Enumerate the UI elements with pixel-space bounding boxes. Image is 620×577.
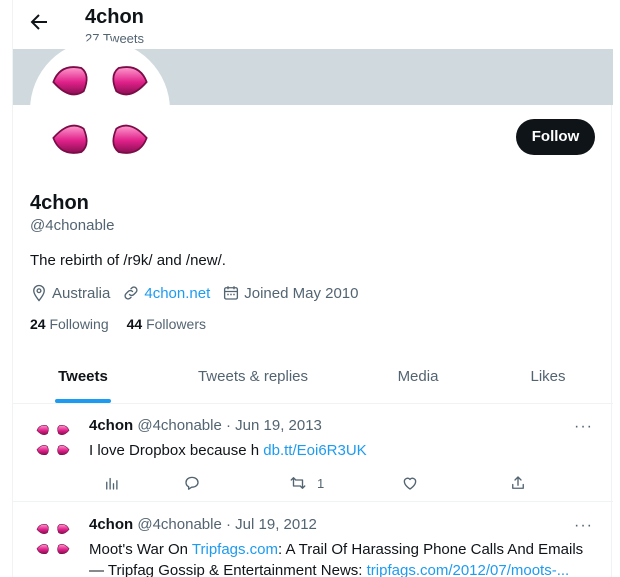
tweet-author-name[interactable]: 4chon	[89, 417, 133, 434]
followers-link[interactable]: 44 Followers	[127, 316, 206, 332]
tab-tweets[interactable]: Tweets	[13, 352, 153, 403]
tweet-author-handle[interactable]: @4chonable	[137, 417, 221, 434]
tab-likes[interactable]: Likes	[483, 352, 613, 403]
retweet-button[interactable]: 1	[289, 474, 324, 492]
reply-icon	[185, 476, 199, 490]
location-pin-icon	[33, 284, 45, 302]
following-count: 24	[30, 316, 46, 332]
tweet[interactable]: 4chon @4chonable · Jul 19, 2012 ··· Moot…	[13, 503, 613, 577]
link-icon	[124, 286, 138, 300]
retweet-icon	[290, 477, 306, 489]
tweet-author-name[interactable]: 4chon	[89, 516, 133, 533]
tweet-avatar[interactable]	[29, 416, 77, 464]
tweet-date[interactable]: · Jul 19, 2012	[226, 516, 317, 533]
tab-media[interactable]: Media	[353, 352, 483, 403]
website[interactable]: 4chon.net	[122, 284, 210, 302]
tweet-text-content: Moot's War On	[89, 541, 192, 558]
reply-button[interactable]	[183, 474, 201, 492]
joined: Joined May 2010	[222, 284, 359, 302]
retweet-count: 1	[317, 475, 325, 491]
profile-page: 4chon 27 Tweets Follow 4chon @4chonable …	[12, 0, 613, 577]
tweet-text: I love Dropbox because h db.tt/Eoi6R3UK	[89, 440, 599, 461]
tweet-author-handle[interactable]: @4chonable	[137, 516, 221, 533]
tweet-text-content: I love Dropbox because h	[89, 442, 264, 459]
tweet-actions: 1	[89, 474, 529, 494]
website-link[interactable]: 4chon.net	[144, 285, 210, 302]
tweet-header: 4chon @4chonable · Jun 19, 2013	[89, 417, 322, 434]
tab-label: Tweets & replies	[197, 368, 309, 385]
profile-avatar[interactable]	[30, 40, 170, 180]
following-label: Following	[49, 316, 109, 332]
tab-label: Tweets	[58, 368, 108, 385]
share-button[interactable]	[509, 474, 527, 492]
back-arrow-icon[interactable]	[27, 10, 55, 38]
followers-label: Followers	[146, 316, 206, 332]
joined-text: Joined May 2010	[244, 284, 359, 302]
profile-bio: The rebirth of /r9k/ and /new/.	[30, 252, 226, 269]
share-icon	[512, 476, 524, 489]
followers-count: 44	[126, 316, 143, 332]
tweet-link[interactable]: Tripfags.com	[192, 541, 278, 558]
like-button[interactable]	[401, 474, 419, 492]
header-name: 4chon	[85, 6, 144, 28]
tab-label: Media	[397, 368, 439, 385]
follow-button[interactable]: Follow	[516, 119, 595, 155]
calendar-icon	[224, 286, 239, 300]
location-text: Australia	[52, 284, 111, 302]
follow-stats: 24 Following 44 Followers	[30, 316, 224, 332]
more-options-icon[interactable]: ···	[574, 517, 593, 535]
tweet-text-content: : A Trail Of Harassing Phone Calls And E…	[278, 541, 584, 558]
profile-handle: @4chonable	[30, 217, 115, 234]
profile-meta: Australia 4chon.net Joined May 2010	[30, 284, 371, 302]
tab-label: Likes	[530, 368, 566, 385]
tweet-header: 4chon @4chonable · Jul 19, 2012	[89, 516, 317, 533]
active-tab-indicator	[55, 399, 111, 403]
tweet-link[interactable]: tripfags.com/2012/07/moots-...	[367, 562, 570, 577]
tweet-link[interactable]: db.tt/Eoi6R3UK	[263, 442, 366, 459]
tweet-avatar[interactable]	[29, 515, 77, 563]
heart-icon	[403, 477, 417, 490]
profile-name: 4chon	[30, 192, 89, 214]
location: Australia	[30, 284, 110, 302]
more-options-icon[interactable]: ···	[574, 418, 593, 436]
profile-tabs: Tweets Tweets & replies Media Likes	[13, 352, 613, 404]
tweet-text: Moot's War On Tripfags.com: A Trail Of H…	[89, 539, 599, 577]
tab-tweets-replies[interactable]: Tweets & replies	[153, 352, 353, 403]
tweet-date[interactable]: · Jun 19, 2013	[226, 417, 322, 434]
tweet[interactable]: 4chon @4chonable · Jun 19, 2013 ··· I lo…	[13, 404, 613, 502]
analytics-button[interactable]	[103, 474, 121, 492]
tweet-text-content: — Tripfag Gossip & Entertainment News:	[89, 562, 367, 577]
following-link[interactable]: 24 Following	[30, 316, 109, 332]
analytics-icon	[106, 477, 118, 490]
